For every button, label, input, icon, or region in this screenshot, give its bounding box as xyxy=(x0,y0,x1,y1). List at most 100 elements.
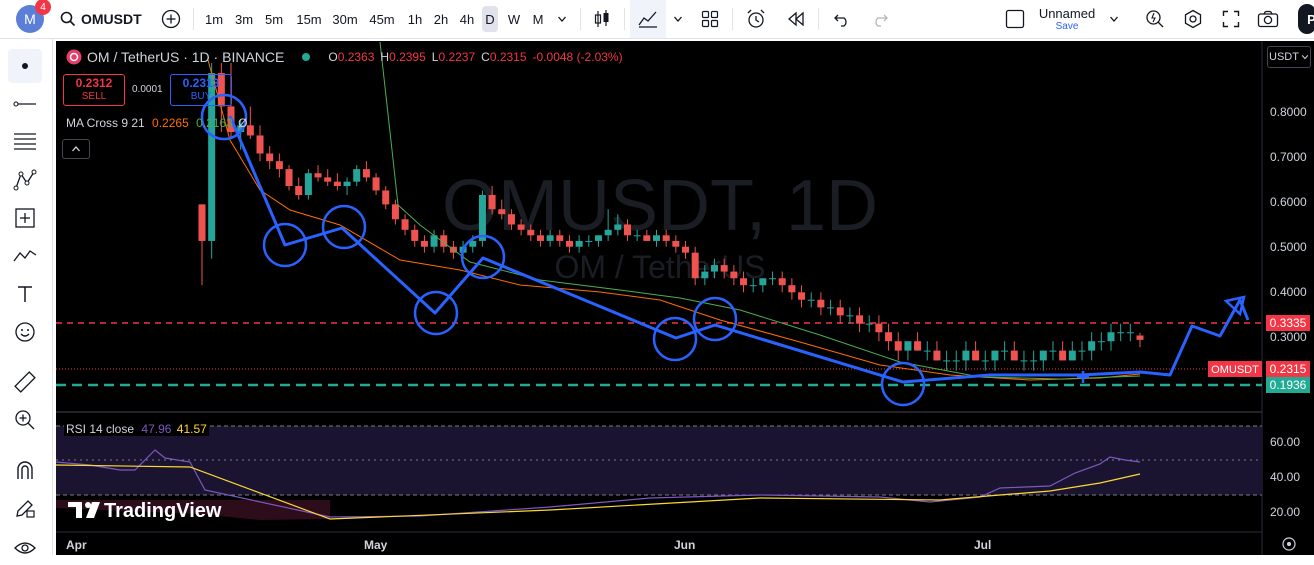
candle-body xyxy=(594,235,602,241)
ohlc-low: L0.2237 xyxy=(431,50,476,64)
candle-body xyxy=(1126,332,1134,334)
candle-body xyxy=(295,186,303,195)
candle-body xyxy=(1010,350,1018,361)
candle-body xyxy=(865,323,873,325)
price-axis[interactable]: 0.8000 0.7000 0.6000 0.5000 0.4000 0.300… xyxy=(1270,105,1307,344)
candle-body xyxy=(536,235,544,241)
candle-body xyxy=(575,240,583,247)
candle-body xyxy=(1107,332,1115,342)
candle-body xyxy=(314,173,322,178)
ohlc-change: -0.0048 (-2.03%) xyxy=(532,50,623,64)
crosshair-marker[interactable] xyxy=(1077,371,1089,383)
time-axis-label: Jun xyxy=(674,538,695,552)
candle-body xyxy=(304,173,312,195)
ma-extra: Ø xyxy=(238,116,248,130)
candle-body xyxy=(556,235,564,241)
annotation-circle[interactable] xyxy=(692,296,738,342)
candle-body xyxy=(478,194,486,241)
candle-body xyxy=(1030,360,1038,362)
ma-fast-value: 0.2265 xyxy=(152,116,189,130)
candle-body xyxy=(498,209,506,215)
candle-body xyxy=(362,169,370,178)
candle-body xyxy=(1078,350,1086,352)
candle-body xyxy=(856,315,864,324)
candle-body xyxy=(914,341,922,351)
market-status-dot[interactable] xyxy=(302,53,311,61)
candle-body xyxy=(749,285,757,287)
chevron-down-icon xyxy=(1301,55,1309,60)
resistance-price-value: 0.3335 xyxy=(1270,316,1307,330)
support-price-value: 0.1936 xyxy=(1270,378,1307,392)
rsi-value: 47.96 xyxy=(141,422,172,436)
candle-body xyxy=(324,177,332,182)
candle-body xyxy=(972,350,980,361)
rsi-legend[interactable]: RSI 14 close 47.96 41.57 xyxy=(64,422,209,436)
sell-label: SELL xyxy=(81,91,107,102)
price-axis-label: 0.8000 xyxy=(1270,105,1307,119)
timezone-settings-button[interactable] xyxy=(1282,537,1296,551)
candle-body xyxy=(981,360,989,362)
last-symbol-label: OMUSDT xyxy=(1211,364,1259,376)
candle-body xyxy=(759,278,767,286)
candle-body xyxy=(623,224,631,236)
candle-body xyxy=(1117,332,1125,334)
candle-body xyxy=(643,235,651,241)
rsi-axis[interactable]: 60.00 40.00 20.00 xyxy=(1270,435,1300,519)
candle-body xyxy=(923,350,931,352)
candle-body xyxy=(391,204,399,220)
candle-body xyxy=(827,307,835,309)
rsi-label: RSI 14 close xyxy=(66,422,135,436)
candle-body xyxy=(488,194,496,210)
candle-body xyxy=(1136,335,1144,340)
candle-body xyxy=(275,161,283,170)
candle-body xyxy=(682,246,690,253)
time-axis-label: May xyxy=(364,538,388,552)
sell-button[interactable]: 0.2312 SELL xyxy=(63,74,125,106)
candle-body xyxy=(507,214,515,225)
candle-body xyxy=(372,177,380,191)
buy-button[interactable]: 0.2313 BUY xyxy=(170,74,232,106)
candle-body xyxy=(701,271,709,279)
candle-body xyxy=(285,169,293,187)
candle-body xyxy=(614,224,622,230)
last-price-value: 0.2315 xyxy=(1270,362,1307,376)
candle-body xyxy=(904,341,912,351)
time-axis[interactable]: Apr May Jun Jul xyxy=(66,538,991,552)
candle-body xyxy=(256,135,264,154)
candle-body xyxy=(836,307,844,316)
buy-price: 0.2313 xyxy=(182,76,220,90)
candle-body xyxy=(266,153,274,162)
candle-body xyxy=(382,190,390,205)
candle-body xyxy=(894,341,902,351)
candle-body xyxy=(798,292,806,300)
candle-body xyxy=(1088,341,1096,351)
candle-body xyxy=(517,224,525,230)
candle-body xyxy=(1049,350,1057,352)
collapse-legend-button[interactable] xyxy=(62,139,90,159)
candle-body xyxy=(604,229,612,236)
price-axis-label: 0.4000 xyxy=(1270,285,1307,299)
ohlc-close: C0.2315 xyxy=(481,50,527,64)
ma-cross-legend[interactable]: MA Cross 9 21 0.2265 0.2163 Ø xyxy=(66,116,247,130)
candle-body xyxy=(711,265,719,272)
candle-body xyxy=(807,299,815,301)
ma-slow-value: 0.2163 xyxy=(196,116,233,130)
candle-body xyxy=(730,271,738,279)
candle-body xyxy=(353,169,361,182)
candle-body xyxy=(846,315,854,317)
symbol-legend[interactable]: OM / TetherUS · 1D · BINANCE O0.2363 H0.… xyxy=(66,49,623,65)
candle-body xyxy=(769,278,777,280)
candle-body xyxy=(740,278,748,286)
candle-body xyxy=(952,360,960,362)
candle-body xyxy=(585,240,593,242)
currency-label: USDT xyxy=(1269,51,1299,63)
candle-body xyxy=(1020,360,1028,362)
currency-selector[interactable]: USDT xyxy=(1267,46,1311,68)
candle-body xyxy=(633,235,641,237)
spread-value: 0.0001 xyxy=(132,84,163,95)
candle-body xyxy=(401,219,409,230)
tv-logo-icon xyxy=(68,502,82,518)
price-axis-label: 0.5000 xyxy=(1270,240,1307,254)
candle-body xyxy=(246,125,254,136)
brand-name: TradingView xyxy=(104,500,222,522)
